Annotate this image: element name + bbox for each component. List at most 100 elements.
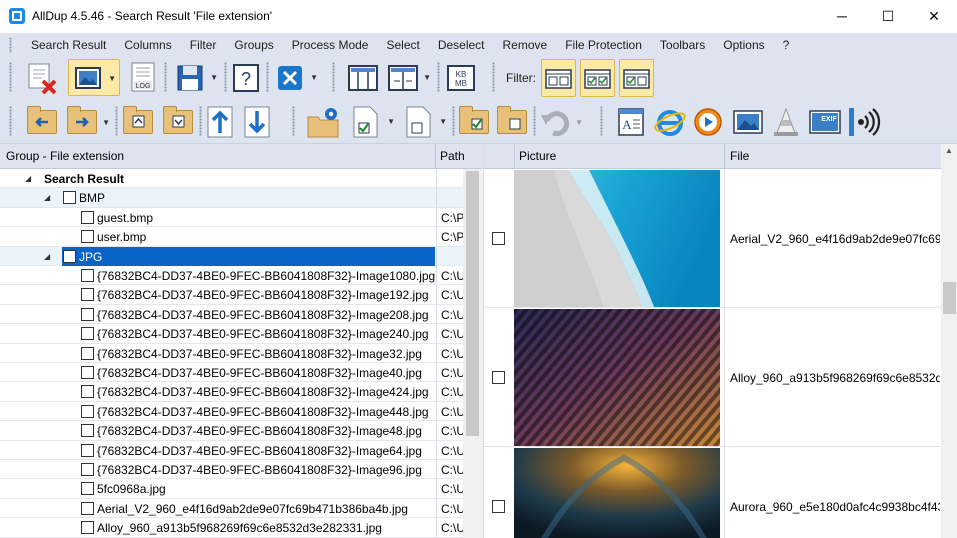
tree-scrollbar-thumb[interactable] <box>466 171 479 436</box>
size-unit-button[interactable]: KB MB <box>444 59 478 96</box>
log-button[interactable]: LOG <box>128 59 158 96</box>
file-row[interactable]: {76832BC4-DD37-4BE0-9FEC-BB6041808F32}-I… <box>0 440 463 460</box>
file-row[interactable]: {76832BC4-DD37-4BE0-9FEC-BB6041808F32}-I… <box>0 285 463 305</box>
file-row[interactable]: {76832BC4-DD37-4BE0-9FEC-BB6041808F32}-I… <box>0 421 463 441</box>
toolbar-grip[interactable] <box>9 106 12 136</box>
file-checkbox[interactable] <box>81 501 94 515</box>
open-text-editor-button[interactable]: A <box>613 104 649 140</box>
check-file-button[interactable]: ▼ <box>347 103 399 141</box>
open-image-viewer-button[interactable] <box>730 104 766 140</box>
columns-button[interactable] <box>345 59 381 96</box>
expand-group-button[interactable] <box>120 104 156 140</box>
menu-options[interactable]: Options <box>714 38 773 52</box>
preview-row[interactable]: Aurora_960_e5e180d0afc4c9938bc4f43c... <box>484 447 941 538</box>
file-row[interactable]: {76832BC4-DD37-4BE0-9FEC-BB6041808F32}-I… <box>0 460 463 480</box>
file-row[interactable]: {76832BC4-DD37-4BE0-9FEC-BB6041808F32}-I… <box>0 382 463 402</box>
column-header-picture[interactable]: Picture <box>519 149 556 163</box>
menu-deselect[interactable]: Deselect <box>429 38 494 52</box>
file-checkbox[interactable] <box>81 288 94 302</box>
open-vlc-button[interactable] <box>768 104 804 140</box>
file-checkbox[interactable] <box>81 346 94 360</box>
open-media-player-button[interactable] <box>690 104 726 140</box>
move-up-button[interactable] <box>204 103 238 141</box>
group-row[interactable]: ◢ BMP <box>0 188 463 208</box>
file-row[interactable]: guest.bmp C:\P <box>0 207 463 228</box>
undo-button[interactable]: ▼ <box>537 104 587 140</box>
file-row[interactable]: Alloy_960_a913b5f968269f69c6e8532d3e2823… <box>0 518 463 538</box>
file-checkbox[interactable] <box>81 366 94 379</box>
save-button[interactable]: ▼ <box>172 59 220 96</box>
menu-grip[interactable] <box>9 36 12 53</box>
column-header-file[interactable]: File <box>730 149 749 163</box>
menu-toolbars[interactable]: Toolbars <box>651 38 714 52</box>
maximize-button[interactable]: ☐ <box>865 0 911 32</box>
move-down-button[interactable] <box>241 103 275 141</box>
menu-help[interactable]: ? <box>774 38 799 52</box>
file-checkbox[interactable] <box>81 424 94 438</box>
collapse-arrow-icon[interactable]: ◢ <box>44 252 50 261</box>
move-back-button[interactable] <box>24 104 60 140</box>
file-checkbox[interactable] <box>81 404 94 418</box>
menu-filter[interactable]: Filter <box>181 38 226 52</box>
tree-scrollbar[interactable] <box>463 169 483 538</box>
file-checkbox[interactable] <box>81 443 94 457</box>
menu-file-protection[interactable]: File Protection <box>556 38 651 52</box>
file-row[interactable]: {76832BC4-DD37-4BE0-9FEC-BB6041808F32}-I… <box>0 401 463 422</box>
preview-row[interactable]: Alloy_960_a913b5f968269f69c6e8532d3e <box>484 308 941 447</box>
row-checkbox[interactable] <box>492 232 505 245</box>
folder-settings-button[interactable] <box>303 103 343 141</box>
open-audio-player-button[interactable] <box>846 104 882 140</box>
uncheck-folder-button[interactable] <box>494 104 530 140</box>
open-exif-button[interactable]: EXIF <box>806 104 844 140</box>
file-row[interactable]: {76832BC4-DD37-4BE0-9FEC-BB6041808F32}-I… <box>0 343 463 363</box>
help-button[interactable]: ? <box>230 59 262 96</box>
file-row[interactable]: Aerial_V2_960_e4f16d9ab2de9e07fc69b471b3… <box>0 498 463 519</box>
toolbar-grip[interactable] <box>9 62 12 92</box>
filter-all-button[interactable] <box>541 59 576 97</box>
column-header-group[interactable]: Group - File extension <box>6 149 124 163</box>
group-checkbox[interactable] <box>63 249 76 263</box>
column-divider[interactable] <box>514 144 515 169</box>
minimize-button[interactable]: ─ <box>819 0 865 32</box>
file-row[interactable]: {76832BC4-DD37-4BE0-9FEC-BB6041808F32}-I… <box>0 266 463 286</box>
file-row[interactable]: user.bmp C:\P <box>0 227 463 247</box>
uncheck-file-button[interactable]: ▼ <box>401 103 451 141</box>
file-row[interactable]: {76832BC4-DD37-4BE0-9FEC-BB6041808F32}-I… <box>0 363 463 383</box>
group-checkbox[interactable] <box>63 191 76 205</box>
move-forward-button[interactable]: ▼ <box>64 104 112 140</box>
alloy-stripes-thumbnail[interactable] <box>514 309 720 446</box>
row-checkbox[interactable] <box>492 371 505 384</box>
file-checkbox[interactable] <box>81 210 94 224</box>
file-checkbox[interactable] <box>81 385 94 399</box>
file-checkbox[interactable] <box>81 463 94 476</box>
menu-remove[interactable]: Remove <box>494 38 557 52</box>
column-divider[interactable] <box>435 144 436 169</box>
file-checkbox[interactable] <box>81 269 94 282</box>
file-checkbox[interactable] <box>81 327 94 341</box>
scroll-up-arrow-icon[interactable]: ▲ <box>945 146 953 155</box>
open-browser-button[interactable] <box>652 104 688 140</box>
aurora-thumbnail[interactable] <box>514 448 720 538</box>
column-header-path[interactable]: Path <box>440 149 465 163</box>
check-folder-button[interactable] <box>456 104 492 140</box>
menu-columns[interactable]: Columns <box>115 38 180 52</box>
delete-results-button[interactable] <box>24 59 62 96</box>
file-checkbox[interactable] <box>81 521 94 535</box>
filter-unchecked-button[interactable] <box>619 59 654 97</box>
filter-checked-button[interactable] <box>580 59 615 97</box>
preview-scrollbar-thumb[interactable] <box>943 282 956 314</box>
collapse-arrow-icon[interactable]: ◢ <box>44 193 50 202</box>
menu-process-mode[interactable]: Process Mode <box>283 38 378 52</box>
collapse-group-button[interactable] <box>160 104 196 140</box>
column-width-button[interactable]: ▼ <box>385 59 433 96</box>
file-checkbox[interactable] <box>81 482 94 496</box>
view-mode-button[interactable]: ▼ <box>68 59 120 96</box>
menu-groups[interactable]: Groups <box>225 38 282 52</box>
preview-scrollbar[interactable]: ▲ <box>941 144 957 538</box>
file-row[interactable]: {76832BC4-DD37-4BE0-9FEC-BB6041808F32}-I… <box>0 304 463 325</box>
group-row[interactable]: ◢ JPG <box>0 246 463 266</box>
file-checkbox[interactable] <box>81 307 94 321</box>
close-results-button[interactable]: ▼ <box>272 59 322 96</box>
file-checkbox[interactable] <box>81 230 94 244</box>
menu-select[interactable]: Select <box>377 38 428 52</box>
